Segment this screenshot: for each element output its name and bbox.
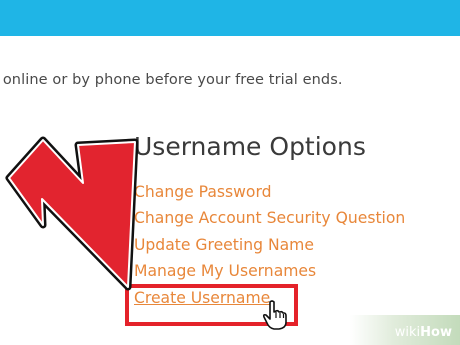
free-trial-notice: l online or by phone before your free tr… (0, 72, 343, 88)
change-password-link[interactable]: Change Password (134, 183, 272, 201)
update-greeting-name-link[interactable]: Update Greeting Name (134, 236, 314, 254)
watermark-brand: wiki (394, 325, 421, 340)
change-security-question-link[interactable]: Change Account Security Question (134, 209, 405, 227)
manage-usernames-link[interactable]: Manage My Usernames (134, 262, 316, 280)
wikihow-watermark: wikiHow (395, 325, 452, 340)
hand-pointer-icon (262, 300, 287, 330)
watermark-suffix: How (420, 325, 452, 340)
top-banner (0, 0, 460, 36)
username-options-title: Username Options (134, 132, 366, 161)
